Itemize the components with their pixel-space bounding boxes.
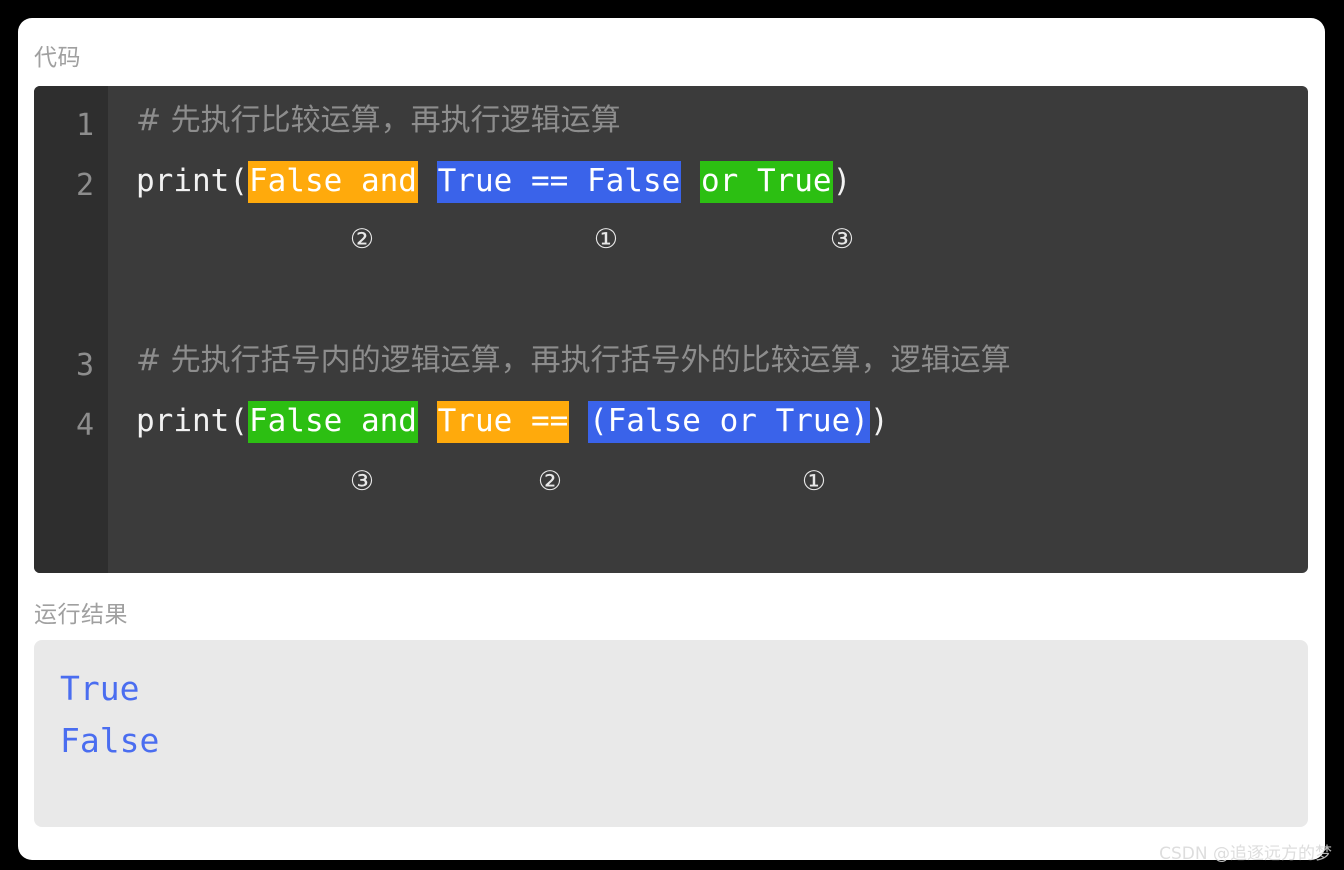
code-line-1-comment: # 先执行比较运算，再执行逻辑运算	[136, 106, 621, 136]
result-line-1: True	[60, 669, 140, 708]
code-block: 1 2 3 4 # 先执行比较运算，再执行逻辑运算 print(False an…	[34, 86, 1308, 573]
code-line-2: print(False and True == False or True)	[136, 161, 852, 203]
code-content-area[interactable]: # 先执行比较运算，再执行逻辑运算 print(False and True =…	[108, 86, 1308, 573]
code-line-2-suffix: )	[832, 163, 852, 199]
result-line-2: False	[60, 721, 160, 760]
code-line-3-comment-text: # 先执行括号内的逻辑运算，再执行括号外的比较运算，逻辑运算	[136, 343, 1011, 378]
code-line-2-marker-green: ③	[829, 224, 855, 255]
code-line-3-comment: # 先执行括号内的逻辑运算，再执行括号外的比较运算，逻辑运算	[136, 346, 1011, 376]
code-line-1-comment-text: # 先执行比较运算，再执行逻辑运算	[136, 103, 621, 138]
code-line-4-gap-2	[569, 403, 588, 439]
line-number-3: 3	[75, 348, 94, 383]
code-line-2-prefix: print(	[136, 163, 248, 199]
code-line-4-marker-row: ③ ② ①	[108, 468, 1308, 502]
code-line-2-gap-1	[418, 163, 437, 199]
code-line-4-highlight-blue: (False or True)	[587, 401, 870, 443]
line-number-gutter: 1 2 3 4	[34, 86, 108, 573]
code-line-2-highlight-blue: True == False	[436, 161, 682, 203]
line-number-1: 1	[75, 108, 94, 143]
screenshot-root: 代码 1 2 3 4 # 先执行比较运算，再执行逻辑运算 print(False…	[0, 0, 1344, 870]
content-card: 代码 1 2 3 4 # 先执行比较运算，再执行逻辑运算 print(False…	[18, 18, 1325, 860]
code-section-label: 代码	[34, 44, 81, 70]
code-line-4-highlight-orange: True ==	[436, 401, 570, 443]
code-line-4-highlight-green: False and	[247, 401, 418, 443]
code-line-2-highlight-green: or True	[699, 161, 833, 203]
code-line-4-gap-1	[418, 403, 437, 439]
code-line-2-marker-orange: ②	[349, 224, 375, 255]
code-line-4: print(False and True == (False or True))	[136, 401, 889, 443]
code-line-2-highlight-orange: False and	[247, 161, 418, 203]
code-line-2-gap-2	[681, 163, 700, 199]
result-output-block: True False	[34, 640, 1308, 827]
line-number-2: 2	[75, 168, 94, 203]
csdn-watermark: CSDN @追逐远方的梦	[1159, 844, 1332, 864]
code-line-4-prefix: print(	[136, 403, 248, 439]
code-line-2-marker-blue: ①	[593, 224, 619, 255]
line-number-4: 4	[75, 408, 94, 443]
code-line-4-marker-orange: ②	[537, 466, 563, 497]
code-line-4-suffix: )	[869, 403, 889, 439]
result-section-label: 运行结果	[34, 601, 128, 627]
code-line-2-marker-row: ② ① ③	[108, 226, 1308, 260]
code-line-4-marker-green: ③	[349, 466, 375, 497]
code-line-4-marker-blue: ①	[801, 466, 827, 497]
